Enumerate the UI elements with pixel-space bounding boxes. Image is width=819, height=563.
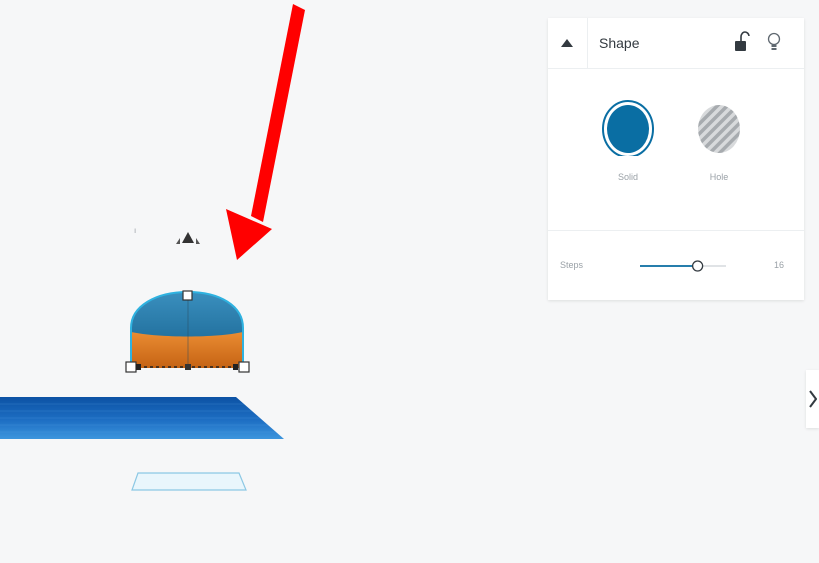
hole-label: Hole <box>709 172 729 182</box>
hole-striped-swatch <box>698 105 740 153</box>
shape-shadow-outline <box>131 472 247 491</box>
handle-left-inner <box>136 364 141 370</box>
resize-handle-top[interactable] <box>182 290 193 301</box>
steps-slider[interactable] <box>638 257 728 275</box>
steps-label: Steps <box>560 260 584 270</box>
solid-color-swatch <box>602 100 654 156</box>
steps-row: Steps 16 <box>548 230 804 307</box>
lightbulb-icon <box>767 32 781 50</box>
solid-label: Solid <box>617 172 638 182</box>
chevron-right-icon <box>809 390 817 408</box>
steps-value: 16 <box>774 260 785 270</box>
workplane[interactable] <box>0 397 284 439</box>
hole-option[interactable]: Hole <box>684 98 754 188</box>
unlock-icon <box>735 31 750 51</box>
lift-handle-tick: ı <box>134 226 136 235</box>
selected-shape[interactable] <box>130 290 244 368</box>
lock-button[interactable] <box>732 28 752 56</box>
resize-handle-right[interactable] <box>238 361 250 373</box>
collapse-panel-button[interactable] <box>548 18 588 68</box>
inspector-title: Shape <box>599 35 640 51</box>
solid-option[interactable]: Solid <box>593 98 663 188</box>
side-panel-toggle[interactable] <box>806 370 819 428</box>
resize-handle-left[interactable] <box>125 361 137 373</box>
visibility-button[interactable] <box>764 28 784 56</box>
caret-up-icon <box>561 39 573 47</box>
resize-handle-bottom[interactable] <box>185 364 191 370</box>
inspector-header: Shape <box>548 18 804 69</box>
lift-handle-icon[interactable] <box>176 232 200 244</box>
red-arrow-annotation <box>226 4 305 260</box>
shape-inspector-panel: Shape Solid Hole Steps 16 <box>548 18 804 300</box>
handle-right-inner <box>233 364 238 370</box>
